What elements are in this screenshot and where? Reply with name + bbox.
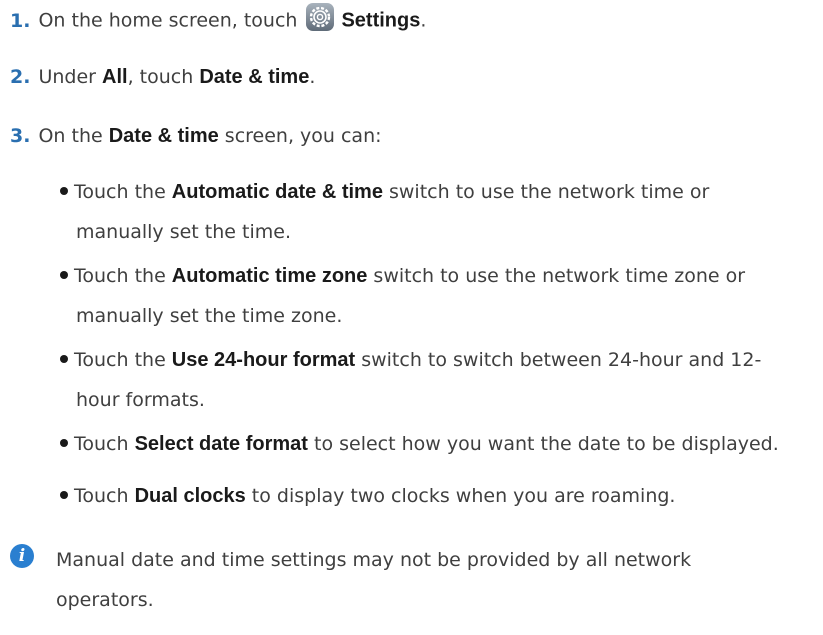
bullet-dot-icon xyxy=(60,490,68,499)
bullet-bold: Select date format xyxy=(134,433,308,455)
bullet-bold: Automatic time zone xyxy=(171,265,368,287)
step-bold: Date & time xyxy=(199,66,310,88)
bullet-continuation: hour formats. xyxy=(76,389,205,411)
bullet-dot-icon xyxy=(60,186,68,195)
bullet-text: to display two clocks when you are roami… xyxy=(245,485,676,507)
bullet-dot-icon xyxy=(60,438,68,447)
bullet-item: Touch the Automatic date & time switch t… xyxy=(60,172,800,252)
step-text: screen, you can: xyxy=(218,125,382,147)
note-line: operators. xyxy=(56,589,154,611)
bullet-item: Touch Dual clocks to display two clocks … xyxy=(60,476,800,516)
bullet-text: Touch the xyxy=(74,265,172,287)
bullet-text: Touch the xyxy=(74,349,172,371)
bullet-bold: Dual clocks xyxy=(134,485,246,507)
bullet-dot-icon xyxy=(60,270,68,279)
step-text: Under xyxy=(38,66,103,88)
step-punct: . xyxy=(309,66,316,88)
step-text: On the xyxy=(38,125,109,147)
step-text: On the home screen, touch xyxy=(38,9,298,32)
bullet-continuation: manually set the time. xyxy=(76,221,291,243)
note-line: Manual date and time settings may not be… xyxy=(56,549,692,571)
step-bold: Settings xyxy=(341,9,421,32)
step-bold: All xyxy=(102,66,128,88)
bullet-text: Touch xyxy=(74,433,135,455)
bullet-dot-icon xyxy=(60,354,68,363)
bullet-text: switch to switch between 24-hour and 12- xyxy=(355,349,762,371)
step-number: 3. xyxy=(10,125,31,147)
bullet-text: Touch the xyxy=(74,181,172,203)
bullet-text: Touch xyxy=(74,485,135,507)
bullet-text: switch to use the network time or xyxy=(382,181,710,203)
step-3: 3. On the Date & time screen, you can: xyxy=(10,125,382,148)
step-number: 2. xyxy=(10,66,31,88)
step-text: , touch xyxy=(127,66,200,88)
bullet-bold: Automatic date & time xyxy=(171,181,383,203)
bullet-item: Touch the Automatic time zone switch to … xyxy=(60,256,800,336)
step-bold: Date & time xyxy=(108,125,219,147)
bullet-text: to select how you want the date to be di… xyxy=(307,433,779,455)
info-icon: i xyxy=(10,544,34,568)
step-punct: . xyxy=(420,9,427,32)
bullet-bold: Use 24-hour format xyxy=(171,349,356,371)
note-text: Manual date and time settings may not be… xyxy=(56,540,776,620)
bullet-continuation: manually set the time zone. xyxy=(76,305,343,327)
step-2: 2. Under All, touch Date & time. xyxy=(10,66,315,89)
step-1: 1. On the home screen, touch Settings. xyxy=(10,3,427,36)
bullet-item: Touch the Use 24-hour format switch to s… xyxy=(60,340,800,420)
step-number: 1. xyxy=(10,9,31,32)
settings-gear-icon xyxy=(305,2,335,32)
bullet-text: switch to use the network time zone or xyxy=(367,265,746,287)
bullet-item: Touch Select date format to select how y… xyxy=(60,424,800,464)
